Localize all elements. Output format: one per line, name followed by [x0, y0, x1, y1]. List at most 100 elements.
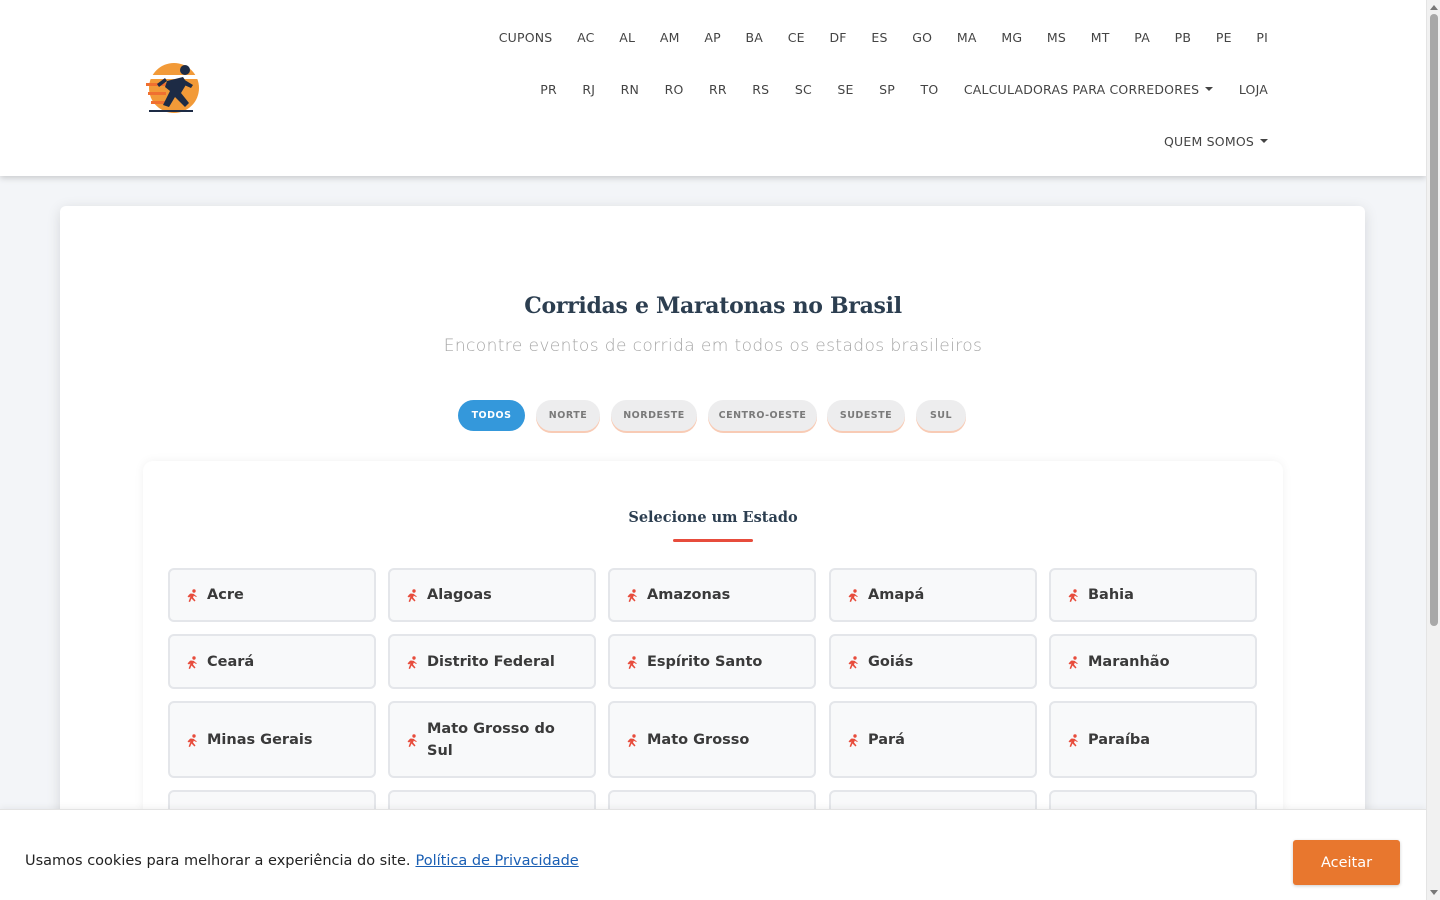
state-card[interactable]: Pará — [829, 701, 1037, 778]
runner-icon — [1067, 588, 1079, 602]
state-name: Amapá — [868, 587, 925, 603]
runner-icon — [626, 588, 638, 602]
scrollbar-thumb[interactable] — [1430, 14, 1438, 626]
state-card[interactable]: Espírito Santo — [608, 634, 816, 689]
filter-todos[interactable]: TODOS — [458, 400, 525, 431]
runner-icon — [406, 733, 418, 747]
nav-link-pa[interactable]: PA — [1134, 30, 1150, 45]
nav-link-mt[interactable]: MT — [1091, 30, 1110, 45]
nav-link-rj[interactable]: RJ — [582, 82, 595, 97]
runner-sunset-logo-icon — [146, 63, 199, 113]
state-card[interactable]: Bahia — [1049, 568, 1257, 622]
cookie-consent-bar: Usamos cookies para melhorar a experiênc… — [0, 809, 1426, 900]
nav-link-ba[interactable]: BA — [746, 30, 764, 45]
state-name: Goiás — [868, 654, 914, 670]
state-card[interactable]: Minas Gerais — [168, 701, 376, 778]
nav-link-ma[interactable]: MA — [957, 30, 977, 45]
nav-link-store[interactable]: LOJA — [1239, 82, 1268, 97]
nav-link-go[interactable]: GO — [912, 30, 932, 45]
nav-link-cupons[interactable]: CUPONS — [499, 30, 553, 45]
nav-link-am[interactable]: AM — [660, 30, 680, 45]
state-nav-row-1: CUPONS AC AL AM AP BA CE DF ES GO MA MG MS MT PA PB PE PI — [499, 27, 1268, 47]
nav-link-rs[interactable]: RS — [752, 82, 769, 97]
state-name: Alagoas — [427, 587, 492, 603]
filter-nordeste[interactable]: NORDESTE — [611, 400, 697, 431]
nav-link-ap[interactable]: AP — [704, 30, 721, 45]
state-name: Amazonas — [647, 587, 731, 603]
state-name: Acre — [207, 587, 244, 603]
section-title-underline — [673, 539, 753, 542]
nav-link-to[interactable]: TO — [921, 82, 939, 97]
state-name: Bahia — [1088, 587, 1134, 603]
runner-icon — [186, 733, 198, 747]
page-title: Corridas e Maratonas no Brasil — [524, 293, 902, 319]
state-card[interactable]: Alagoas — [388, 568, 596, 622]
nav-link-se[interactable]: SE — [837, 82, 853, 97]
nav-calculators-label: CALCULADORAS PARA CORREDORES — [963, 81, 1200, 97]
nav-link-rn[interactable]: RN — [621, 82, 639, 97]
site-header: CUPONS AC AL AM AP BA CE DF ES GO MA MG MS MT PA PB PE PI… — [0, 0, 1426, 176]
state-card[interactable]: Acre — [168, 568, 376, 622]
nav-link-df[interactable]: DF — [829, 30, 846, 45]
nav-link-ac[interactable]: AC — [577, 30, 594, 45]
runner-icon — [626, 655, 638, 669]
runner-icon — [186, 588, 198, 602]
site-logo[interactable] — [143, 61, 199, 115]
state-name: Distrito Federal — [427, 654, 555, 670]
state-card[interactable]: Distrito Federal — [388, 634, 596, 689]
page-scrollbar[interactable] — [1426, 0, 1440, 900]
state-nav-row-2: PR RJ RN RO RR RS SC SE SP TO CALCULADORAS PARA CO… — [540, 79, 1268, 99]
filter-sudeste[interactable]: SUDESTE — [827, 400, 905, 431]
nav-link-pe[interactable]: PE — [1216, 30, 1232, 45]
runner-icon — [847, 655, 859, 669]
region-filter-group: TODOS NORTE NORDESTE CENTRO-OESTE SUDESTE SUL — [0, 400, 1426, 432]
nav-link-pr[interactable]: PR — [540, 82, 557, 97]
state-card[interactable]: Amazonas — [608, 568, 816, 622]
runner-icon — [847, 588, 859, 602]
nav-link-ce[interactable]: CE — [788, 30, 805, 45]
nav-link-ms[interactable]: MS — [1047, 30, 1066, 45]
cookie-text: Usamos cookies para melhorar a experiênc… — [25, 853, 411, 869]
caret-down-icon — [1205, 87, 1214, 91]
nav-link-sp[interactable]: SP — [879, 82, 895, 97]
runner-icon — [186, 655, 198, 669]
nav-link-sc[interactable]: SC — [795, 82, 812, 97]
scroll-up-arrow-icon[interactable] — [1430, 5, 1438, 10]
runner-icon — [847, 733, 859, 747]
state-card[interactable]: Mato Grosso — [608, 701, 816, 778]
nav-link-pb[interactable]: PB — [1175, 30, 1192, 45]
state-card[interactable]: Maranhão — [1049, 634, 1257, 689]
state-card[interactable]: Amapá — [829, 568, 1037, 622]
state-name: Maranhão — [1088, 654, 1170, 670]
state-name: Mato Grosso — [647, 732, 750, 748]
section-title: Selecione um Estado — [628, 509, 798, 526]
state-name: Minas Gerais — [207, 732, 313, 748]
nav-link-pi[interactable]: PI — [1256, 30, 1268, 45]
state-card[interactable]: Paraíba — [1049, 701, 1257, 778]
nav-calculators-dropdown[interactable]: CALCULADORAS PARA CORREDORES — [963, 81, 1214, 97]
scroll-down-arrow-icon[interactable] — [1430, 890, 1438, 895]
state-name: Pará — [868, 732, 905, 748]
runner-icon — [1067, 655, 1079, 669]
accept-cookies-button[interactable]: Aceitar — [1293, 840, 1400, 885]
runner-icon — [626, 733, 638, 747]
filter-centro-oeste[interactable]: CENTRO-OESTE — [708, 400, 817, 431]
nav-link-mg[interactable]: MG — [1001, 30, 1022, 45]
nav-link-ro[interactable]: RO — [665, 82, 684, 97]
runner-icon — [406, 588, 418, 602]
nav-about-dropdown[interactable]: QUEM SOMOS — [1164, 134, 1268, 149]
nav-link-es[interactable]: ES — [871, 30, 887, 45]
state-card[interactable]: Goiás — [829, 634, 1037, 689]
nav-row-3: QUEM SOMOS — [1164, 131, 1268, 151]
privacy-policy-link[interactable]: Política de Privacidade — [415, 853, 578, 869]
filter-norte[interactable]: NORTE — [536, 400, 600, 431]
state-card[interactable]: Mato Grosso do Sul — [388, 701, 596, 778]
state-card[interactable]: Ceará — [168, 634, 376, 689]
nav-about-label: QUEM SOMOS — [1164, 133, 1254, 149]
filter-sul[interactable]: SUL — [916, 400, 966, 431]
state-name: Paraíba — [1088, 732, 1151, 748]
nav-link-rr[interactable]: RR — [709, 82, 727, 97]
state-name: Espírito Santo — [647, 654, 763, 670]
nav-link-al[interactable]: AL — [619, 30, 635, 45]
runner-icon — [406, 655, 418, 669]
